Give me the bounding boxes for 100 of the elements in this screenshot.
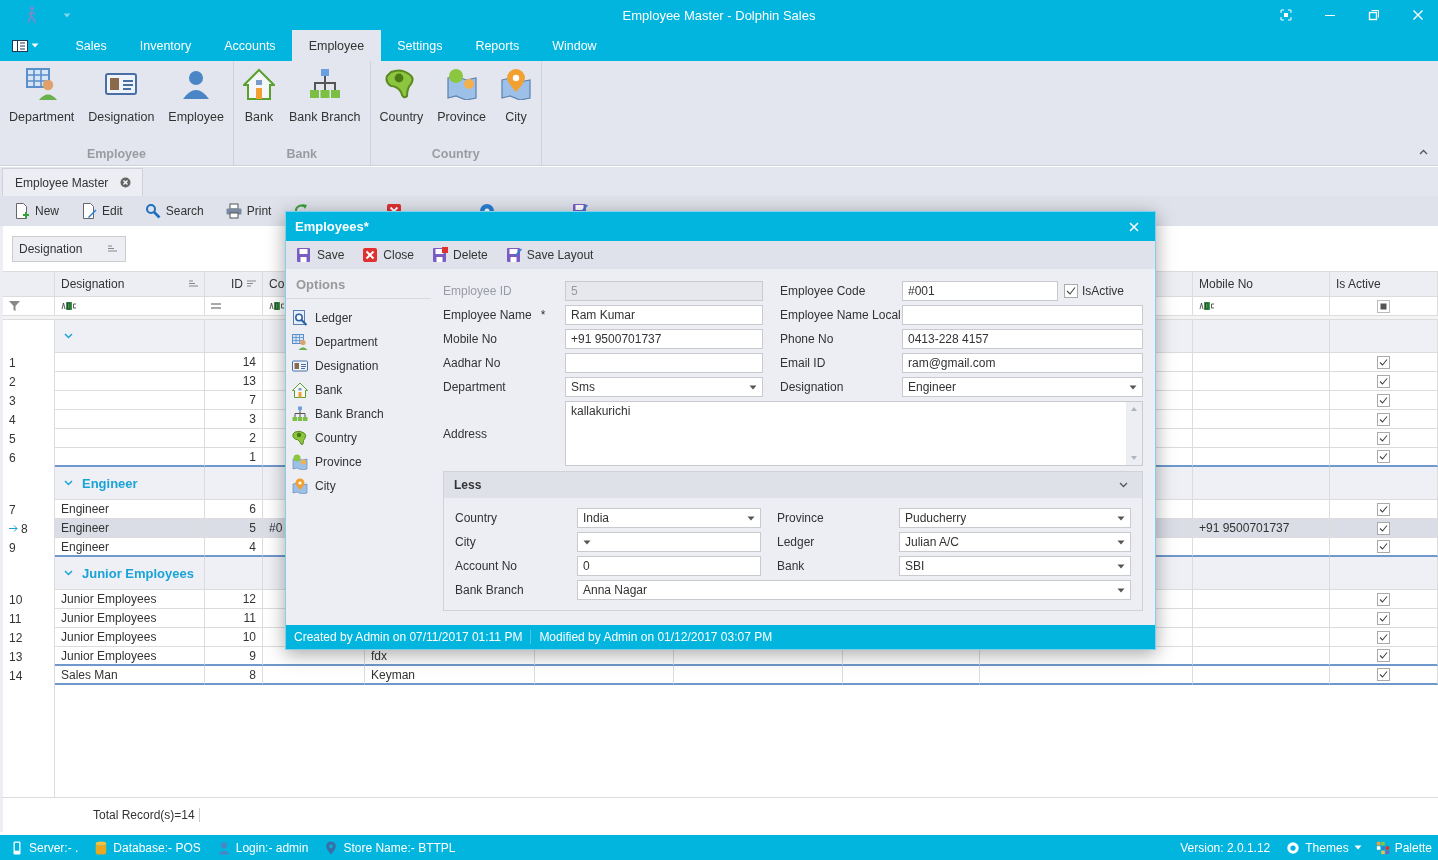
dropdown-caret-icon[interactable] — [1117, 587, 1125, 593]
options-item[interactable]: City — [286, 474, 431, 498]
column-header[interactable]: Is Active — [1330, 271, 1438, 297]
checkbox[interactable] — [1377, 521, 1390, 535]
checkbox[interactable] — [1377, 540, 1390, 553]
ribbon-group-title: Bank — [285, 147, 318, 163]
address-textarea[interactable]: kallakurichi — [565, 401, 1143, 466]
dropdown-field[interactable]: Sms — [565, 377, 763, 397]
toolbar-button[interactable]: New — [14, 203, 67, 219]
printer-icon — [225, 203, 242, 219]
input-field[interactable]: #001 — [902, 281, 1058, 301]
checkbox[interactable] — [1377, 450, 1390, 463]
dropdown-field[interactable] — [577, 532, 761, 552]
checkbox[interactable] — [1377, 649, 1390, 662]
table-cell: Engineer — [61, 539, 110, 554]
checkbox-filter-icon[interactable] — [1377, 299, 1390, 313]
chevron-icon[interactable] — [64, 480, 73, 486]
group-header[interactable]: Less — [444, 472, 1142, 498]
checkbox[interactable] — [1377, 393, 1390, 407]
input-field[interactable]: +91 9500701737 — [565, 329, 763, 349]
edit-document-icon — [81, 203, 97, 219]
ribbon-button[interactable]: City — [492, 66, 539, 147]
chevron-icon[interactable] — [1119, 482, 1128, 488]
dropdown-caret-icon[interactable] — [1117, 563, 1125, 569]
close-icon[interactable] — [120, 177, 132, 188]
table-cell: 2 — [249, 431, 256, 445]
document-tab[interactable]: Employee Master — [2, 168, 144, 196]
ribbon-button[interactable]: Country — [372, 66, 431, 147]
dropdown-caret-icon[interactable] — [1129, 384, 1137, 390]
checkbox[interactable] — [1377, 630, 1390, 644]
toolbar-button[interactable]: Print — [225, 203, 280, 219]
input-field[interactable] — [902, 305, 1143, 325]
menu-tab[interactable]: Employee — [292, 30, 381, 61]
column-header[interactable]: Mobile No — [1193, 271, 1330, 297]
column-header[interactable]: ID — [205, 271, 263, 297]
checkbox[interactable]: IsActive — [1064, 284, 1124, 298]
input-field[interactable]: Ram Kumar — [565, 305, 763, 325]
chevron-icon[interactable] — [64, 570, 73, 576]
dropdown-field[interactable]: Engineer — [902, 377, 1143, 397]
field-label: Ledger — [777, 535, 815, 549]
options-item[interactable]: Bank Branch — [286, 402, 431, 426]
palette-icon — [1375, 840, 1390, 855]
toolbar-button[interactable]: Search — [144, 203, 212, 219]
options-item[interactable]: Province — [286, 450, 431, 474]
toolbar-button[interactable]: Delete — [432, 247, 496, 263]
row-number: 4 — [9, 412, 16, 427]
options-item[interactable]: Designation — [286, 354, 431, 378]
ribbon-button[interactable]: Employee — [161, 66, 231, 147]
table-cell: Junior Employees — [61, 592, 157, 606]
group-by-chip[interactable]: Designation — [12, 235, 127, 262]
table-row[interactable]: 14 Sales Man 8 Keyman — [3, 666, 1438, 685]
options-heading: Options — [286, 277, 431, 299]
checkbox[interactable] — [1377, 374, 1390, 388]
input-field[interactable]: 0413-228 4157 — [902, 329, 1143, 349]
ribbon-button[interactable]: Bank Branch — [281, 66, 368, 147]
help-icon[interactable] — [479, 203, 496, 211]
toolbar-button[interactable]: Save Layout — [505, 247, 602, 263]
dropdown-caret-icon[interactable] — [749, 384, 757, 390]
input-field[interactable] — [565, 353, 763, 373]
checkbox[interactable] — [1377, 412, 1390, 426]
dropdown-field[interactable]: Julian A/C — [899, 532, 1131, 552]
text-filter-icon[interactable] — [1199, 302, 1215, 310]
input-field[interactable]: 0 — [577, 556, 761, 576]
options-item[interactable]: Bank — [286, 378, 431, 402]
collapse-caret-icon[interactable] — [1419, 149, 1428, 155]
checkbox[interactable] — [1377, 502, 1390, 516]
checkbox[interactable] — [1377, 668, 1390, 681]
dropdown-field[interactable]: SBI — [899, 556, 1131, 576]
toolbar-button[interactable]: Save — [296, 247, 353, 263]
ribbon-button[interactable]: Province — [430, 66, 493, 147]
checkbox[interactable] — [1377, 431, 1390, 445]
dropdown-caret-icon[interactable] — [747, 515, 755, 521]
status-text: Database:- POS — [113, 840, 201, 855]
toolbar-button[interactable]: Edit — [81, 203, 131, 219]
dropdown-caret-icon[interactable] — [1117, 515, 1125, 521]
filter-icon[interactable] — [9, 301, 20, 311]
toolbar-button[interactable]: Close — [362, 247, 423, 263]
dropdown-field[interactable]: Anna Nagar — [577, 580, 1131, 600]
ribbon-button[interactable]: Department — [2, 66, 82, 147]
eye-icon — [1286, 840, 1301, 855]
options-item[interactable]: Country — [286, 426, 431, 450]
table-cell: Sales Man — [61, 667, 118, 682]
dropdown-field[interactable]: India — [577, 508, 761, 528]
options-item[interactable]: Department — [286, 330, 431, 354]
input-field[interactable]: ram@gmail.com — [902, 353, 1143, 373]
ribbon-button[interactable]: Bank — [235, 66, 282, 147]
chevron-icon[interactable] — [64, 333, 73, 339]
text-filter-icon[interactable] — [269, 302, 285, 310]
ribbon-button[interactable]: Designation — [81, 66, 162, 147]
dropdown-field[interactable]: Puducherry — [899, 508, 1131, 528]
checkbox[interactable] — [1377, 355, 1390, 369]
checkbox[interactable] — [1377, 611, 1390, 625]
checkbox-icon[interactable] — [1064, 284, 1078, 298]
scrollbar[interactable] — [1126, 402, 1142, 465]
save-icon — [296, 247, 312, 263]
options-item[interactable]: Ledger — [286, 306, 431, 330]
row-number: 12 — [9, 630, 23, 645]
text-filter-icon[interactable] — [61, 302, 77, 310]
checkbox[interactable] — [1377, 592, 1390, 606]
column-header[interactable]: Designation — [55, 271, 205, 297]
